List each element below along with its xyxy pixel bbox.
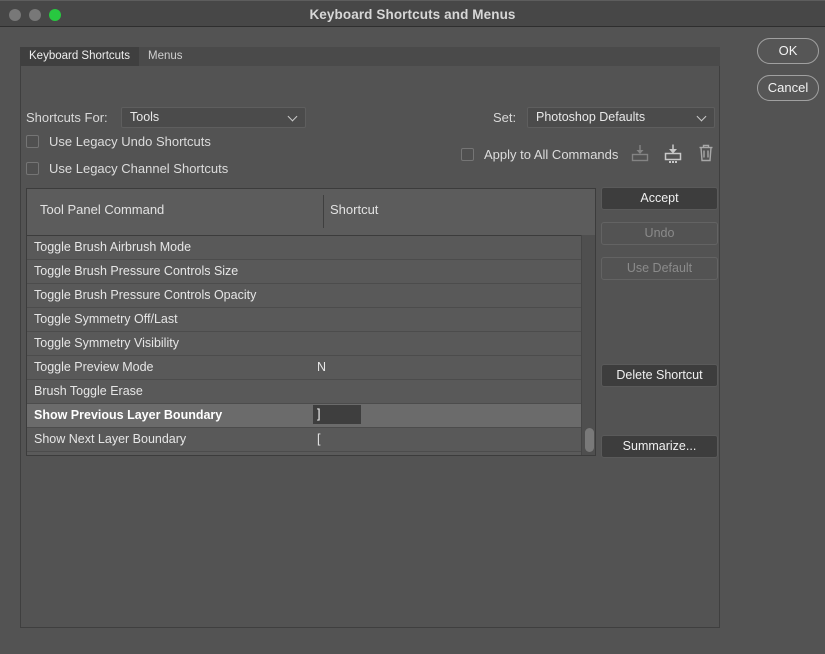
table-row-selected[interactable]: Show Previous Layer Boundary: [27, 404, 595, 428]
shortcuts-for-value: Tools: [130, 110, 160, 124]
legacy-channel-checkbox-row[interactable]: Use Legacy Channel Shortcuts: [26, 161, 228, 176]
table-row[interactable]: Show Next Layer Boundary [: [27, 428, 595, 452]
legacy-undo-label: Use Legacy Undo Shortcuts: [49, 134, 211, 149]
summarize-button[interactable]: Summarize...: [601, 435, 718, 458]
row-command: Brush Toggle Erase: [34, 384, 143, 398]
legacy-channel-checkbox[interactable]: [26, 162, 39, 175]
apply-to-all-commands-row[interactable]: Apply to All Commands: [461, 147, 618, 162]
chevron-down-icon: [698, 112, 707, 121]
use-default-button[interactable]: Use Default: [601, 257, 718, 280]
tab-keyboard-shortcuts[interactable]: Keyboard Shortcuts: [20, 47, 140, 66]
table-body: Toggle Brush Airbrush Mode Toggle Brush …: [27, 236, 595, 452]
set-value: Photoshop Defaults: [536, 110, 646, 124]
tabstrip: Keyboard Shortcuts Menus: [20, 47, 720, 67]
table-row[interactable]: Toggle Brush Pressure Controls Size: [27, 260, 595, 284]
column-header-shortcut[interactable]: Shortcut: [330, 202, 378, 217]
window-titlebar: Keyboard Shortcuts and Menus: [0, 0, 825, 27]
set-select[interactable]: Photoshop Defaults: [527, 107, 715, 128]
table-scrollbar[interactable]: [581, 235, 595, 455]
dialog-body: Keyboard Shortcuts Menus Shortcuts For: …: [0, 28, 825, 654]
delete-shortcut-button[interactable]: Delete Shortcut: [601, 364, 718, 387]
table-row[interactable]: Toggle Symmetry Off/Last: [27, 308, 595, 332]
save-set-icon[interactable]: [629, 142, 651, 164]
shortcuts-for-select[interactable]: Tools: [121, 107, 306, 128]
row-command: Toggle Preview Mode: [34, 360, 154, 374]
table-scrollbar-thumb[interactable]: [585, 428, 594, 452]
keyboard-shortcuts-panel: Shortcuts For: Tools Set: Photoshop Defa…: [20, 66, 720, 628]
row-command: Toggle Symmetry Visibility: [34, 336, 179, 350]
table-row[interactable]: Toggle Brush Pressure Controls Opacity: [27, 284, 595, 308]
shortcuts-for-label: Shortcuts For:: [26, 110, 108, 125]
save-set-as-icon[interactable]: [662, 142, 684, 164]
window-title: Keyboard Shortcuts and Menus: [309, 7, 516, 22]
apply-to-all-commands-checkbox[interactable]: [461, 148, 474, 161]
legacy-undo-checkbox[interactable]: [26, 135, 39, 148]
row-command: Toggle Symmetry Off/Last: [34, 312, 178, 326]
set-label: Set:: [493, 110, 517, 125]
shortcut-edit-input[interactable]: [313, 405, 361, 424]
legacy-undo-checkbox-row[interactable]: Use Legacy Undo Shortcuts: [26, 134, 211, 149]
row-command: Toggle Brush Pressure Controls Size: [34, 264, 239, 278]
table-header: Tool Panel Command Shortcut: [27, 189, 595, 236]
column-header-tool-panel-command[interactable]: Tool Panel Command: [40, 202, 164, 217]
row-command: Toggle Brush Airbrush Mode: [34, 240, 192, 254]
shortcuts-table: Tool Panel Command Shortcut Toggle Brush…: [26, 188, 596, 456]
tab-menus[interactable]: Menus: [139, 47, 192, 66]
undo-button[interactable]: Undo: [601, 222, 718, 245]
chevron-down-icon: [289, 112, 298, 121]
table-row[interactable]: Brush Toggle Erase: [27, 380, 595, 404]
row-command: Toggle Brush Pressure Controls Opacity: [34, 288, 257, 302]
apply-to-all-commands-label: Apply to All Commands: [484, 147, 619, 162]
column-divider[interactable]: [323, 195, 324, 228]
table-row[interactable]: Toggle Brush Airbrush Mode: [27, 236, 595, 260]
row-shortcut[interactable]: N: [317, 356, 326, 379]
row-command: Show Next Layer Boundary: [34, 432, 187, 446]
row-shortcut[interactable]: [: [317, 428, 320, 451]
legacy-channel-label: Use Legacy Channel Shortcuts: [49, 161, 229, 176]
table-row[interactable]: Toggle Symmetry Visibility: [27, 332, 595, 356]
trash-icon[interactable]: [695, 142, 717, 164]
cancel-button[interactable]: Cancel: [757, 75, 819, 101]
ok-button[interactable]: OK: [757, 38, 819, 64]
table-row[interactable]: Toggle Preview Mode N: [27, 356, 595, 380]
accept-button[interactable]: Accept: [601, 187, 718, 210]
row-command: Show Previous Layer Boundary: [34, 408, 223, 422]
